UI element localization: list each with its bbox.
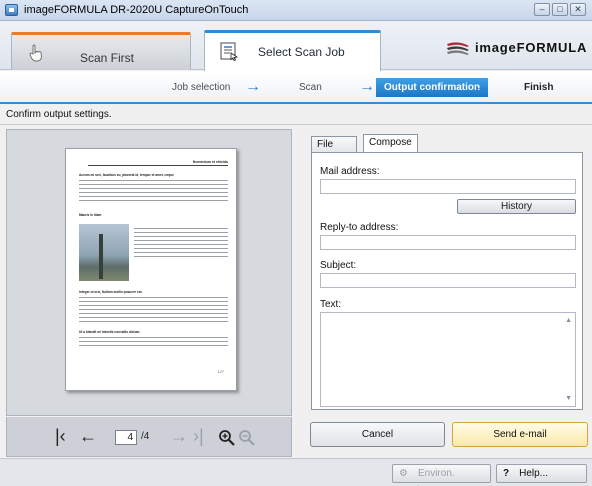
app-icon xyxy=(5,4,18,16)
footer-bar: ⚙Environ. Settings ? Help... xyxy=(0,458,592,486)
arrow-right-icon: → xyxy=(245,78,261,95)
subject-label: Subject: xyxy=(320,260,357,271)
reply-to-field[interactable] xyxy=(320,235,576,250)
send-email-button[interactable]: Send e-mail xyxy=(452,422,588,447)
title-bar: imageFORMULA DR-2020U CaptureOnTouch – □… xyxy=(0,0,592,21)
first-page-icon[interactable]: |‹ xyxy=(55,425,66,447)
page-heading: Nomenlum et ehicids xyxy=(192,160,228,164)
window-title: imageFORMULA DR-2020U CaptureOnTouch xyxy=(24,4,249,16)
step-scan: Scan xyxy=(299,82,322,93)
step-finish: Finish xyxy=(524,82,554,93)
page-number-input[interactable]: 4 xyxy=(115,430,137,445)
hand-pointer-icon xyxy=(29,44,42,62)
mail-address-label: Mail address: xyxy=(320,166,380,177)
instruction-text: Confirm output settings. xyxy=(6,109,112,120)
page-total: /4 xyxy=(141,431,150,442)
page-number: 127 xyxy=(217,369,224,374)
arrow-right-icon: → xyxy=(359,78,375,95)
scroll-up-icon[interactable]: ▲ xyxy=(565,317,572,324)
previous-page-icon[interactable]: ← xyxy=(79,425,97,447)
tab-file-settings[interactable]: File settings xyxy=(311,136,358,166)
close-icon[interactable]: ✕ xyxy=(570,3,586,16)
tab-scan-first-label: Scan First xyxy=(80,51,135,65)
divider xyxy=(0,124,592,125)
brand: imageFORMULA xyxy=(446,40,587,55)
mode-bar: Scan First Select Scan Job imageFORMULA xyxy=(0,22,592,71)
help-label: Help... xyxy=(519,468,549,479)
page-section-heading: Mauris in diam xyxy=(79,213,102,217)
brand-name: imageFORMULA xyxy=(475,40,588,55)
minimize-icon[interactable]: – xyxy=(534,3,550,16)
last-page-icon[interactable]: ›| xyxy=(193,425,204,447)
history-button[interactable]: History xyxy=(457,199,576,214)
tab-compose-email[interactable]: Compose e-mail xyxy=(363,134,418,164)
tab-scan-first[interactable]: Scan First xyxy=(11,32,191,70)
mail-address-field[interactable] xyxy=(320,179,576,194)
arrow-right-icon: → xyxy=(474,78,490,95)
email-text-area[interactable]: ▲ ▼ xyxy=(320,312,576,407)
zoom-out-icon[interactable] xyxy=(238,429,256,447)
help-icon: ? xyxy=(503,468,510,479)
scroll-down-icon[interactable]: ▼ xyxy=(565,395,572,402)
settings-icon: ⚙ xyxy=(399,468,408,479)
next-page-icon[interactable]: → xyxy=(170,425,188,447)
environment-settings-button[interactable]: ⚙Environ. Settings xyxy=(392,464,491,486)
step-output-confirmation: Output confirmation xyxy=(376,78,489,97)
page-navigation-bar: |‹ ← 4 /4 → ›| xyxy=(6,417,292,457)
tab-select-scan-job-label: Select Scan Job xyxy=(258,45,345,59)
tab-select-scan-job[interactable]: Select Scan Job xyxy=(204,30,381,71)
subject-field[interactable] xyxy=(320,273,576,288)
reply-to-label: Reply-to address: xyxy=(320,222,399,233)
scanned-page-thumbnail: Nomenlum et ehicids Aceum mi orci, fauci… xyxy=(65,148,237,391)
step-job-selection: Job selection xyxy=(172,82,231,93)
maximize-icon[interactable]: □ xyxy=(552,3,568,16)
page-photo xyxy=(79,224,129,281)
output-settings-panel: File settings Compose e-mail Mail addres… xyxy=(303,129,588,410)
cancel-button[interactable]: Cancel xyxy=(310,422,445,447)
imageformula-logo-icon xyxy=(447,41,469,55)
page-rule xyxy=(88,165,228,166)
help-button[interactable]: ? Help... xyxy=(496,464,587,483)
zoom-in-icon[interactable] xyxy=(218,429,236,447)
page-section-heading: Aceum mi orci, faucibus eu, placerat id,… xyxy=(79,173,174,177)
page-section-heading: Integer ut orci, Nullam mollis posuere e… xyxy=(79,290,143,294)
text-label: Text: xyxy=(320,299,342,310)
page-section-heading: Ut a blandit mi lobortis convallis dictu… xyxy=(79,330,141,334)
window-controls: – □ ✕ xyxy=(534,3,586,16)
scan-preview-pane[interactable]: Nomenlum et ehicids Aceum mi orci, fauci… xyxy=(6,129,292,416)
scanner-job-icon xyxy=(220,42,239,61)
compose-email-form: Mail address: History Reply-to address: … xyxy=(311,152,583,410)
step-bar: Job selection → Scan → Output confirmati… xyxy=(0,71,592,104)
